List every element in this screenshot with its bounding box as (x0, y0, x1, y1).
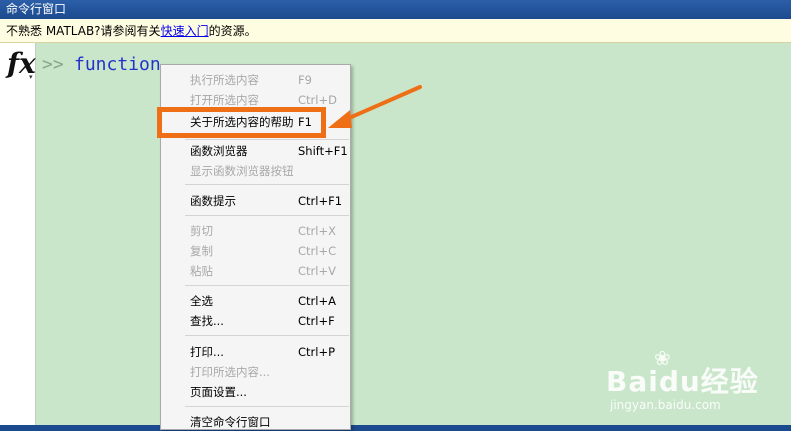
quick-start-link[interactable]: 快速入门 (161, 24, 209, 38)
info-prefix: 不熟悉 MATLAB?请参阅有关 (6, 24, 161, 38)
command-gutter: fx ▾ (0, 43, 36, 431)
menu-item-page-setup[interactable]: 页面设置... (161, 382, 350, 402)
menu-item-select-all[interactable]: 全选 Ctrl+A (161, 291, 350, 311)
menu-item-label: 清空命令行窗口 (190, 415, 271, 429)
menu-separator (185, 335, 349, 336)
menu-item-label: 剪切 (190, 224, 213, 238)
menu-item-label: 页面设置... (190, 385, 247, 399)
watermark-url: jingyan.baidu.com (610, 398, 721, 412)
menu-item-label: 粘贴 (190, 264, 213, 278)
menu-item-label: 函数提示 (190, 194, 236, 208)
menu-item-label: 执行所选内容 (190, 73, 259, 87)
command-input-text[interactable]: function (74, 53, 161, 77)
menu-item-paste[interactable]: 粘贴 Ctrl+V (161, 261, 350, 281)
command-prompt: >> (42, 54, 64, 75)
menu-item-label: 打印... (190, 345, 224, 359)
info-bar: 不熟悉 MATLAB?请参阅有关快速入门的资源。 (0, 19, 791, 43)
menu-item-label: 查找... (190, 314, 224, 328)
menu-item-label: 函数浏览器 (190, 144, 248, 158)
menu-item-shortcut: F9 (298, 73, 312, 87)
menu-item-print-selection[interactable]: 打印所选内容... (161, 362, 350, 382)
menu-item-show-function-browser-button[interactable]: 显示函数浏览器按钮 (161, 161, 350, 181)
menu-item-shortcut: Ctrl+V (298, 264, 336, 278)
chevron-down-icon[interactable]: ▾ (29, 73, 33, 81)
menu-separator (185, 406, 349, 407)
highlight-box (157, 107, 326, 138)
menu-item-shortcut: Ctrl+X (298, 224, 336, 238)
watermark-brand: Baidu经验 (606, 365, 759, 398)
bottom-border (0, 425, 791, 431)
menu-item-find[interactable]: 查找... Ctrl+F (161, 311, 350, 331)
menu-item-label: 显示函数浏览器按钮 (190, 164, 294, 178)
menu-item-function-browser[interactable]: 函数浏览器 Shift+F1 (161, 141, 350, 161)
annotation-arrow-icon (328, 85, 422, 128)
baidu-watermark: ❀ Baidu经验 jingyan.baidu.com (596, 346, 766, 416)
menu-item-print[interactable]: 打印... Ctrl+P (161, 342, 350, 362)
menu-separator (185, 285, 349, 286)
menu-item-shortcut: Shift+F1 (298, 144, 348, 158)
menu-item-shortcut: Ctrl+A (298, 294, 336, 308)
menu-item-shortcut: Ctrl+F (298, 314, 335, 328)
menu-item-shortcut: Ctrl+F1 (298, 194, 343, 208)
menu-item-label: 打印所选内容... (190, 365, 270, 379)
window-title: 命令行窗口 (6, 2, 67, 16)
window-title-bar: 命令行窗口 (0, 0, 791, 19)
menu-item-shortcut: Ctrl+P (298, 345, 336, 359)
menu-item-clear-command-window[interactable]: 清空命令行窗口 (161, 412, 350, 429)
menu-separator (185, 215, 349, 216)
menu-separator (185, 184, 349, 185)
info-suffix: 的资源。 (208, 24, 257, 38)
menu-item-label: 全选 (190, 294, 213, 308)
menu-item-function-hints[interactable]: 函数提示 Ctrl+F1 (161, 191, 350, 211)
menu-item-shortcut: Ctrl+C (298, 244, 337, 258)
menu-item-cut[interactable]: 剪切 Ctrl+X (161, 221, 350, 241)
menu-item-copy[interactable]: 复制 Ctrl+C (161, 241, 350, 261)
menu-item-label: 复制 (190, 244, 213, 258)
